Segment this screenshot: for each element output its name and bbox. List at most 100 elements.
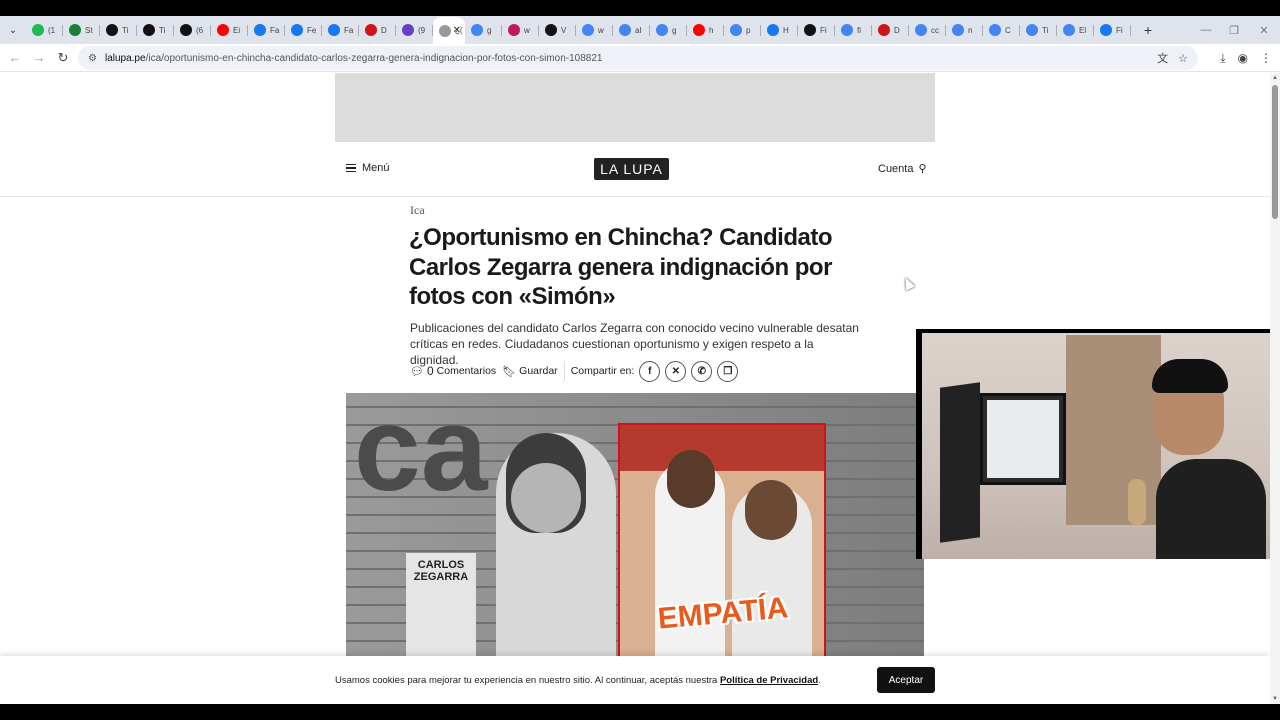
tab-label: Ei	[233, 25, 241, 35]
scrollbar-thumb[interactable]	[1272, 85, 1278, 219]
facebook-icon	[1100, 24, 1112, 36]
browser-tab[interactable]: D	[359, 18, 396, 42]
browser-tab[interactable]: p	[724, 18, 761, 42]
account-button[interactable]: Cuenta ⚲	[878, 162, 927, 176]
browser-tab[interactable]: (9	[396, 18, 433, 42]
browser-tab[interactable]: w	[502, 18, 539, 42]
tiktok-icon	[804, 24, 816, 36]
reload-icon[interactable]: ↻	[51, 46, 75, 70]
comments-link[interactable]: Comentarios	[437, 365, 497, 377]
browser-tab[interactable]: g	[465, 18, 502, 42]
forward-icon[interactable]: →	[27, 46, 51, 70]
article-title: ¿Oportunismo en Chincha? Candidato Carlo…	[409, 224, 833, 310]
browser-tab[interactable]: Ei	[211, 18, 248, 42]
tab-search-icon[interactable]: ⌄	[5, 22, 21, 38]
browser-tab[interactable]: El	[1057, 18, 1094, 42]
divider	[563, 361, 565, 381]
tab-label: Ti	[159, 25, 166, 35]
facebook-icon	[328, 24, 340, 36]
accept-cookies-button[interactable]: Aceptar	[877, 667, 935, 693]
tab-label: (6	[196, 25, 204, 35]
browser-tab[interactable]: Fa	[248, 18, 285, 42]
share-label: Compartir en:	[570, 365, 635, 377]
tab-label: V	[561, 25, 567, 35]
tab-label: g	[672, 25, 677, 35]
lalupa-icon	[439, 24, 451, 37]
tab-strip: (1 St Ti Ti (6 Ei Fa Fe Fa D (9 ¿(✕ g w Vw al g h p H Fi fi Dc…	[26, 16, 1131, 44]
google-icon	[989, 24, 1001, 36]
page-scrollbar[interactable]: ▲ ▼	[1270, 73, 1280, 704]
close-window-icon[interactable]: ✕	[1248, 16, 1280, 44]
whatsapp-share-icon[interactable]: ✆	[691, 360, 713, 382]
browser-tab[interactable]: Fa	[322, 18, 359, 42]
browser-tab[interactable]: h	[687, 18, 724, 42]
save-button[interactable]: Guardar	[519, 365, 558, 377]
scroll-up-icon[interactable]: ▲	[1272, 75, 1278, 81]
browser-tab[interactable]: Ti	[100, 18, 137, 42]
scroll-down-icon[interactable]: ▼	[1272, 696, 1278, 702]
tab-bar: ⌄ (1 St Ti Ti (6 Ei Fa Fe Fa D (9 ¿(✕ g w Vw al g h p H Fi fi…	[0, 16, 1280, 44]
site-logo[interactable]: LA LUPA	[594, 158, 669, 180]
site-header: Menú LA LUPA Cuenta ⚲	[0, 142, 1270, 197]
x-share-icon[interactable]: ✕	[665, 360, 687, 382]
google-icon	[582, 24, 594, 36]
bookmark-star-icon[interactable]: ☆	[1178, 52, 1188, 65]
google-icon	[1026, 24, 1038, 36]
browser-tab[interactable]: cc	[909, 18, 946, 42]
tab-label: El	[1079, 25, 1087, 35]
bookmark-icon[interactable]: 🔖︎	[502, 365, 516, 378]
wall-graffiti: ca	[354, 393, 488, 516]
youtube-icon	[693, 24, 705, 36]
profile-icon[interactable]: ◉	[1238, 51, 1248, 65]
tab-label: g	[487, 25, 492, 35]
google-icon	[1063, 24, 1075, 36]
browser-tab[interactable]: D	[872, 18, 909, 42]
monitor	[940, 382, 980, 543]
browser-tab[interactable]: ¿(✕	[433, 17, 465, 44]
back-icon[interactable]: ←	[3, 46, 27, 70]
translate-icon[interactable]: ⽂	[1157, 50, 1168, 66]
screen: ⌄ (1 St Ti Ti (6 Ei Fa Fe Fa D (9 ¿(✕ g w Vw al g h p H Fi fi…	[0, 0, 1280, 720]
browser-tab[interactable]: Ti	[1020, 18, 1057, 42]
browser-tab[interactable]: Fi	[1094, 18, 1131, 42]
browser-tab[interactable]: w	[576, 18, 613, 42]
browser-tab[interactable]: Fe	[285, 18, 322, 42]
browser-tab[interactable]: fi	[835, 18, 872, 42]
browser-tab[interactable]: al	[613, 18, 650, 42]
download-icon[interactable]: ⤓	[1220, 51, 1225, 66]
comment-icon[interactable]: 💬︎	[410, 365, 424, 378]
browser-tab[interactable]: (1	[26, 18, 63, 42]
comments-count[interactable]: 0	[427, 364, 434, 378]
address-bar[interactable]: ⚙ lalupa.pe/ica/oportunismo-en-chincha-c…	[78, 46, 1198, 70]
new-tab-icon[interactable]: +	[1139, 22, 1157, 38]
toolbar: ← → ↻ ⚙ lalupa.pe/ica/oportunismo-en-chi…	[0, 44, 1280, 72]
article-category[interactable]: Ica	[410, 203, 425, 218]
browser-tab[interactable]: Ti	[137, 18, 174, 42]
tiktok-icon	[143, 24, 155, 36]
browser-tab[interactable]: n	[946, 18, 983, 42]
tab-label: p	[746, 25, 751, 35]
browser-tab[interactable]: C	[983, 18, 1020, 42]
facebook-icon	[291, 24, 303, 36]
close-tab-icon[interactable]: ✕	[453, 25, 461, 36]
privacy-policy-link[interactable]: Política de Privacidad	[720, 675, 818, 686]
maximize-icon[interactable]: ❐	[1218, 16, 1250, 44]
threads-icon	[402, 24, 414, 36]
site-info-icon[interactable]: ⚙	[88, 53, 97, 64]
browser-tab[interactable]: (6	[174, 18, 211, 42]
browser-tab[interactable]: H	[761, 18, 798, 42]
facebook-icon	[254, 24, 266, 36]
browser-tab[interactable]: V	[539, 18, 576, 42]
menu-button[interactable]: Menú	[346, 162, 390, 174]
tab-label: fi	[857, 25, 861, 35]
ad-placeholder	[335, 73, 935, 142]
browser-tab[interactable]: Fi	[798, 18, 835, 42]
browser-tab[interactable]: St	[63, 18, 100, 42]
copy-link-icon[interactable]: ❐	[717, 360, 739, 382]
browser-tab[interactable]: g	[650, 18, 687, 42]
facebook-share-icon[interactable]: f	[639, 360, 661, 382]
url-text[interactable]: lalupa.pe/ica/oportunismo-en-chincha-can…	[105, 53, 603, 64]
google-icon	[656, 24, 668, 36]
star-icon	[508, 24, 520, 36]
more-menu-icon[interactable]: ⋮	[1260, 51, 1272, 65]
